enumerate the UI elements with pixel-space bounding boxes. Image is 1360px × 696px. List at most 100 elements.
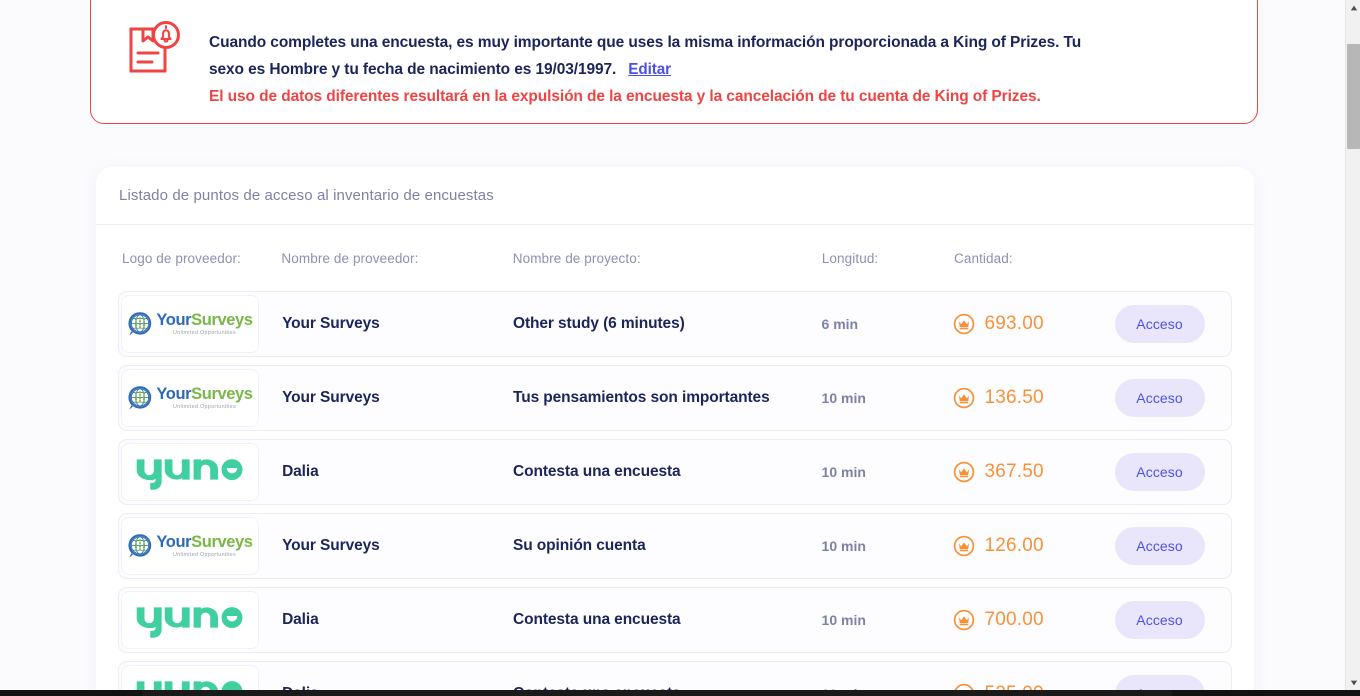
globe-icon [127, 385, 153, 411]
logo-tagline: Unlimited Opportunities [173, 403, 236, 410]
cell-amount: 136.50 [953, 387, 1114, 409]
cell-provider-logo: YourSurveys Unlimited Opportunities [119, 369, 282, 427]
cell-provider-name: Dalia [282, 463, 319, 480]
cell-project-name: Contesta una encuesta [512, 611, 681, 628]
yuno-logo [134, 600, 246, 640]
amount-value: 693.00 [984, 313, 1044, 334]
cell-length: 10 min [821, 538, 866, 554]
table-row[interactable]: YourSurveys Unlimited Opportunities Your S… [118, 291, 1232, 357]
your-surveys-wordmark: YourSurveys Unlimited Opportunities [156, 385, 253, 410]
crown-coin-icon [953, 461, 975, 483]
your-surveys-logo: YourSurveys Unlimited Opportunities [127, 533, 253, 559]
cell-length: 10 min [821, 464, 866, 480]
profile-data-alert: Cuando completes una encuesta, es muy im… [90, 0, 1258, 124]
survey-inventory-card: Listado de puntos de acceso al inventari… [96, 167, 1254, 690]
cell-provider-name: Your Surveys [282, 537, 380, 554]
globe-icon [127, 533, 153, 559]
cell-amount: 693.00 [953, 313, 1114, 335]
table-row[interactable]: Dalia Contesta una encuesta 10 min 367.50 Ac… [118, 439, 1232, 505]
cell-length: 10 min [821, 390, 866, 406]
logo-tagline: Unlimited Opportunities [173, 329, 236, 336]
your-surveys-logo: YourSurveys Unlimited Opportunities [127, 385, 253, 411]
amount-value: 700.00 [984, 609, 1044, 630]
alert-text-block: Cuando completes una encuesta, es muy im… [209, 9, 1231, 110]
yuno-logo [134, 452, 246, 492]
acceso-button[interactable]: Acceso [1114, 453, 1205, 491]
logo-container [121, 665, 259, 690]
logo-word-your: Your [156, 385, 192, 404]
cell-provider-logo: YourSurveys Unlimited Opportunities [119, 517, 282, 575]
table-row[interactable]: DaliaContesta una encuesta10 min525.00Ac… [118, 661, 1232, 690]
crown-coin-icon [953, 313, 975, 335]
cell-provider-name: Your Surveys [282, 315, 380, 332]
crown-coin-icon [953, 609, 975, 631]
cell-project-name: Tus pensamientos son importantes [512, 389, 770, 406]
crown-coin-icon [953, 387, 975, 409]
table-row[interactable]: Dalia Contesta una encuesta 10 min 700.00 Ac… [118, 587, 1232, 653]
cell-action: Acceso [1114, 601, 1231, 639]
vertical-scrollbar-thumb[interactable] [1347, 44, 1360, 149]
table-header-row: Logo de proveedor: Nombre de proveedor: … [118, 225, 1232, 291]
table-body: YourSurveys Unlimited Opportunities Your S… [118, 291, 1232, 690]
page-viewport: Cuando completes una encuesta, es muy im… [0, 0, 1345, 690]
amount-value: 367.50 [984, 461, 1044, 482]
amount-value: 525.00 [984, 683, 1043, 690]
logo-word-surveys: Surveys [191, 533, 253, 552]
acceso-button[interactable]: Acceso [1114, 527, 1205, 565]
edit-profile-link[interactable]: Editar [628, 61, 671, 78]
scroll-down-arrow-icon[interactable] [1346, 675, 1360, 690]
cell-provider-logo: YourSurveys Unlimited Opportunities [119, 295, 282, 353]
acceso-button[interactable]: Acceso [1114, 305, 1205, 343]
column-header-provider: Nombre de proveedor: [281, 250, 419, 266]
cell-amount: 367.50 [953, 461, 1114, 483]
cell-project-name: Su opinión cuenta [512, 537, 646, 554]
logo-tagline: Unlimited Opportunities [173, 551, 236, 558]
scroll-up-arrow-icon[interactable] [1346, 0, 1360, 15]
crown-coin-icon [953, 535, 975, 557]
acceso-button[interactable]: Acceso [1114, 675, 1205, 690]
vertical-scrollbar[interactable] [1345, 0, 1360, 690]
document-bell-alert-icon [125, 21, 183, 77]
acceso-button[interactable]: Acceso [1114, 601, 1205, 639]
crown-coin-icon [953, 683, 975, 690]
logo-container [121, 591, 259, 649]
cell-action: Acceso [1114, 527, 1231, 565]
logo-container: YourSurveys Unlimited Opportunities [121, 517, 259, 575]
table-row[interactable]: YourSurveys Unlimited Opportunities Your S… [118, 513, 1232, 579]
horizontal-scrollbar-thumb[interactable] [142, 690, 1172, 696]
cell-provider-name: Your Surveys [282, 389, 380, 406]
cell-action: Acceso [1114, 379, 1231, 417]
logo-container: YourSurveys Unlimited Opportunities [121, 295, 259, 353]
your-surveys-wordmark: YourSurveys Unlimited Opportunities [156, 311, 253, 336]
amount-value: 126.00 [984, 535, 1044, 556]
survey-table: Logo de proveedor: Nombre de proveedor: … [96, 225, 1254, 690]
cell-project-name: Contesta una encuesta [512, 463, 681, 480]
alert-line-2-wrap: sexo es Hombre y tu fecha de nacimiento … [209, 56, 1231, 83]
alert-line-2: sexo es Hombre y tu fecha de nacimiento … [209, 61, 617, 78]
acceso-button[interactable]: Acceso [1114, 379, 1205, 417]
cell-project-name: Other study (6 minutes) [512, 315, 685, 332]
column-header-logo: Logo de proveedor: [122, 250, 241, 266]
globe-icon [127, 311, 153, 337]
cell-provider-logo [119, 591, 282, 649]
logo-word-your: Your [156, 533, 192, 552]
alert-line-1: Cuando completes una encuesta, es muy im… [209, 34, 1082, 51]
cell-provider-logo [119, 443, 282, 501]
cell-action: Acceso [1114, 675, 1231, 690]
horizontal-scrollbar[interactable] [0, 690, 1360, 696]
cell-amount: 525.00 [953, 683, 1114, 690]
yuno-logo [134, 674, 246, 690]
column-header-project: Nombre de proyecto: [512, 250, 641, 266]
logo-word-surveys: Surveys [191, 311, 253, 330]
amount-value: 136.50 [984, 387, 1044, 408]
cell-amount: 126.00 [953, 535, 1114, 557]
alert-warning-text: El uso de datos diferentes resultará en … [209, 88, 1041, 105]
logo-container [121, 443, 259, 501]
cell-provider-logo [119, 665, 282, 690]
your-surveys-logo: YourSurveys Unlimited Opportunities [127, 311, 253, 337]
table-row[interactable]: YourSurveys Unlimited Opportunities Your S… [118, 365, 1232, 431]
cell-provider-name: Dalia [282, 611, 319, 628]
cell-length: 6 min [821, 316, 859, 332]
logo-word-surveys: Surveys [191, 385, 253, 404]
cell-action: Acceso [1114, 453, 1231, 491]
